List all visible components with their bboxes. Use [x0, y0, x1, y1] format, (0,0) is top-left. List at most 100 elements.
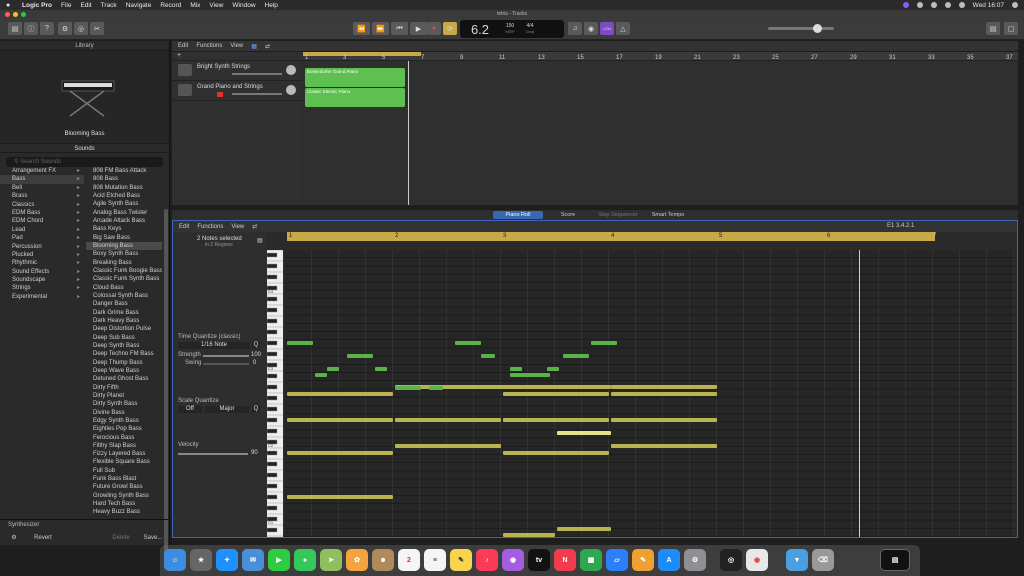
downloads-folder-icon[interactable]: ▼ [786, 549, 808, 571]
sound-item[interactable]: Breaking Bass [86, 259, 162, 267]
mail-icon[interactable]: ✉ [242, 549, 264, 571]
midi-note[interactable] [503, 533, 555, 537]
category-item[interactable]: Strings ▸ [0, 284, 84, 292]
velocity-slider[interactable] [178, 453, 248, 455]
midi-region[interactable]: Bosendorfer Grand Piano [305, 68, 405, 87]
category-item[interactable]: Bell ▸ [0, 184, 84, 192]
news-icon[interactable]: N [554, 549, 576, 571]
save-button[interactable]: Save... [138, 534, 168, 542]
category-item[interactable]: Brass ▸ [0, 192, 84, 200]
category-item[interactable]: EDM Bass ▸ [0, 209, 84, 217]
sound-item[interactable]: Deep Synth Bass [86, 342, 162, 350]
menu-file[interactable]: File [61, 2, 71, 9]
sound-item[interactable]: Divine Bass [86, 409, 162, 417]
tracks-ruler[interactable]: 1 3 5 7 9 11 13 15 17 19 21 23 25 27 29 … [303, 52, 1018, 61]
sound-search-input[interactable]: ⚲ Search Sounds [6, 157, 163, 167]
midi-note[interactable] [503, 418, 609, 422]
midi-note[interactable] [375, 367, 387, 371]
midi-region[interactable]: Classic Electric Piano [305, 88, 405, 107]
track-row[interactable]: Grand Piano and Strings [172, 81, 302, 101]
menu-navigate[interactable]: Navigate [126, 2, 152, 9]
sound-item[interactable]: Eighties Pop Bass [86, 425, 162, 433]
scale-type-select[interactable]: Major [205, 406, 249, 413]
sound-item[interactable]: Edgy Synth Bass [86, 417, 162, 425]
sound-item[interactable]: 808 FM Bass Attack [86, 167, 162, 175]
sound-item[interactable]: Arcade Attack Bass [86, 217, 162, 225]
midi-note[interactable] [510, 367, 522, 371]
mode-icon[interactable]: ♫ [568, 22, 582, 35]
battery-icon[interactable] [930, 2, 937, 8]
category-item[interactable]: Bass ▸ [0, 175, 84, 184]
sound-item[interactable]: Colossal Synth Bass [86, 292, 162, 300]
midi-note[interactable] [395, 444, 501, 448]
scale-root-select[interactable]: Off [178, 406, 202, 413]
pr-functions-menu[interactable]: Functions [197, 224, 223, 230]
midi-note[interactable] [611, 418, 717, 422]
sound-item[interactable]: Hard Tech Bass [86, 500, 162, 508]
status-icon[interactable] [902, 2, 909, 8]
region-icon[interactable]: ▤ [257, 237, 263, 244]
menu-edit[interactable]: Edit [80, 2, 91, 9]
menu-window[interactable]: Window [232, 2, 255, 9]
category-item[interactable]: Classics ▸ [0, 201, 84, 209]
midi-note[interactable] [481, 354, 495, 358]
browsers-icon[interactable]: ▢ [1004, 22, 1018, 35]
track-pan-knob[interactable] [286, 65, 296, 75]
metronome-icon[interactable]: △ [616, 22, 630, 35]
playhead[interactable] [859, 250, 860, 537]
list-editors-icon[interactable]: ▤ [986, 22, 1000, 35]
facetime-icon[interactable]: ▶ [268, 549, 290, 571]
wifi-icon[interactable] [944, 2, 951, 8]
tv-icon[interactable]: tv [528, 549, 550, 571]
sound-item[interactable]: Analog Bass Twister [86, 209, 162, 217]
sound-item[interactable]: Classic Funk Synth Bass [86, 275, 162, 283]
sound-item[interactable]: Filthy Slap Bass [86, 442, 162, 450]
sound-item[interactable]: Big Saw Bass [86, 234, 162, 242]
sound-item[interactable]: Dirty Synth Bass [86, 400, 162, 408]
safari-icon[interactable]: ✦ [216, 549, 238, 571]
system-preferences-icon[interactable]: ⚙ [684, 549, 706, 571]
apple-icon[interactable]: ● [6, 2, 14, 9]
tab-step-sequencer[interactable]: Step Sequencer [593, 211, 643, 219]
control-center-icon[interactable] [958, 2, 965, 8]
swing-slider[interactable] [203, 363, 249, 365]
tab-smart-tempo[interactable]: Smart Tempo [643, 211, 693, 219]
delete-button[interactable]: Delete [106, 534, 136, 542]
category-item[interactable]: Rhythmic ▸ [0, 259, 84, 267]
midi-note[interactable] [611, 392, 717, 396]
piano-keyboard[interactable]: C4 C3 C2 C1 [266, 249, 283, 544]
search-icon[interactable] [1012, 2, 1018, 8]
sound-item[interactable]: Dirty Planet [86, 392, 162, 400]
music-icon[interactable]: ♪ [476, 549, 498, 571]
midi-note[interactable] [547, 367, 559, 371]
sound-item[interactable]: Deep Thump Bass [86, 359, 162, 367]
pr-edit-menu[interactable]: Edit [179, 224, 189, 230]
fast-forward-icon[interactable]: ⏩ [372, 22, 389, 35]
display-icon[interactable] [916, 2, 923, 8]
tracks-edit-menu[interactable]: Edit [178, 43, 188, 49]
track-volume-slider[interactable] [232, 93, 282, 95]
calendar-icon[interactable]: 2 [398, 549, 420, 571]
category-item[interactable]: Lead ▸ [0, 226, 84, 234]
trash-icon[interactable]: ⌫ [812, 549, 834, 571]
tab-piano-roll[interactable]: Piano Roll [493, 211, 543, 219]
midi-note[interactable] [591, 341, 617, 345]
midi-note[interactable] [287, 418, 393, 422]
scale-quantize-button[interactable]: Q [252, 406, 260, 413]
menu-record[interactable]: Record [160, 2, 181, 9]
sound-item[interactable]: Flexible Square Bass [86, 458, 162, 466]
midi-note[interactable] [557, 431, 611, 435]
sound-item[interactable]: Danger Bass [86, 300, 162, 308]
cycle-region[interactable] [303, 52, 421, 56]
midi-note[interactable] [557, 527, 611, 531]
quantize-button[interactable]: Q [252, 342, 260, 349]
master-volume-slider[interactable] [768, 27, 834, 30]
midi-note[interactable] [611, 385, 717, 389]
category-item[interactable]: Experimental ▸ [0, 293, 84, 301]
track-volume-slider[interactable] [232, 73, 282, 75]
chrome-icon[interactable]: ◉ [746, 549, 768, 571]
midi-note[interactable] [315, 373, 327, 377]
sound-item[interactable]: 808 Bass [86, 175, 162, 183]
menu-track[interactable]: Track [101, 2, 117, 9]
midi-note[interactable] [287, 495, 393, 499]
